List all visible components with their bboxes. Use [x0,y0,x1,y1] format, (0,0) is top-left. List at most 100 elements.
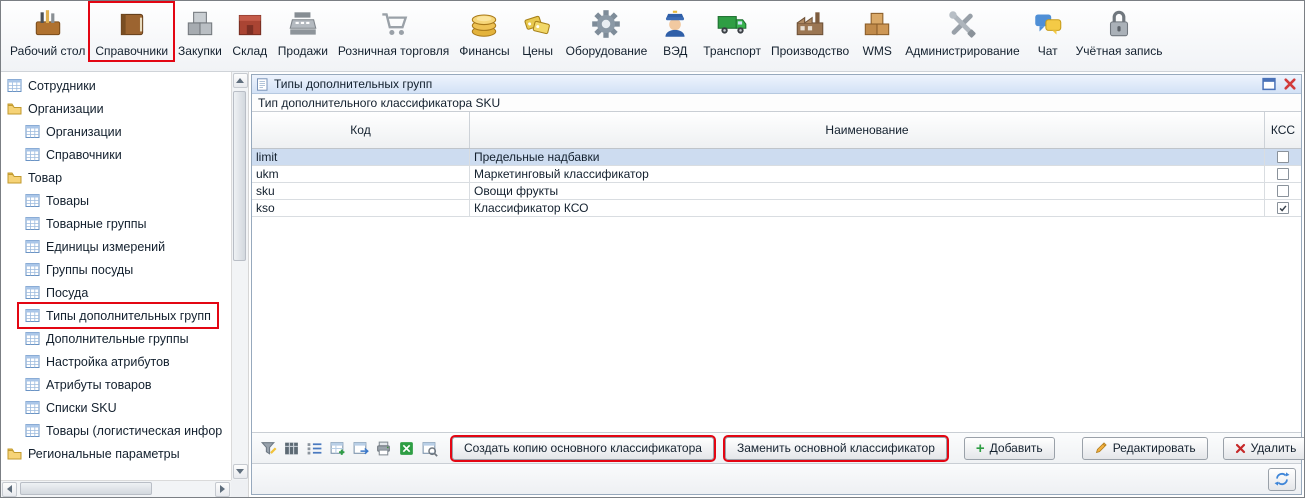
add-button[interactable]: + Добавить [964,437,1055,460]
edit-button[interactable]: Редактировать [1082,437,1208,460]
sidebar-item[interactable]: Товары (логистическая инфор [19,419,228,442]
toolbar-item-label: Розничная торговля [338,44,449,58]
toolbar-item-lock[interactable]: Учётная запись [1071,3,1168,60]
table-export-icon[interactable] [350,438,370,458]
excel-icon[interactable] [396,438,416,458]
toolbar-item-label: Транспорт [703,44,761,58]
sidebar-item[interactable]: Посуда [19,281,94,304]
toolbar-item-chat[interactable]: Чат [1025,3,1071,60]
delete-button[interactable]: Удалить [1223,437,1305,460]
sidebar-item[interactable]: Группы посуды [19,258,139,281]
sidebar-item[interactable]: Организации [1,97,110,120]
cell-name: Предельные надбавки [470,149,1265,165]
sidebar-item[interactable]: Списки SKU [19,396,123,419]
toolbar-item-tools[interactable]: Администрирование [900,3,1024,60]
toolbar-item-desktop[interactable]: Рабочий стол [5,3,90,60]
edit-button-label: Редактировать [1113,441,1196,455]
sidebar-item[interactable]: Единицы измерений [19,235,171,258]
table-settings-icon[interactable] [419,438,439,458]
column-header-name[interactable]: Наименование [470,112,1265,148]
toolbar-item-gear[interactable]: Оборудование [561,3,653,60]
cell-kcc [1265,149,1301,165]
sidebar-item[interactable]: Сотрудники [1,74,102,97]
copy-classifier-button[interactable]: Создать копию основного классификатора [452,437,714,460]
cell-kcc [1265,183,1301,199]
table-icon [25,193,40,208]
scroll-up-button[interactable] [233,73,248,88]
sidebar-item-label: Атрибуты товаров [46,378,152,392]
horizontal-scroll-thumb[interactable] [20,482,152,495]
toolbar-item-label: Учётная запись [1076,44,1163,58]
cell-code: sku [252,183,470,199]
purchases-icon [182,6,218,42]
sidebar-item-label: Типы дополнительных групп [46,309,211,323]
replace-classifier-button[interactable]: Заменить основной классификатор [725,437,947,460]
table-row[interactable]: limitПредельные надбавки [252,149,1301,166]
sidebar-item[interactable]: Типы дополнительных групп [19,304,217,327]
table-header: Код Наименование КСС [252,112,1301,149]
sidebar-item[interactable]: Справочники [19,143,128,166]
sidebar-item[interactable]: Региональные параметры [1,442,186,465]
toolbar-item-factory[interactable]: Производство [766,3,854,60]
kcc-checkbox[interactable] [1277,202,1289,214]
sidebar-item[interactable]: Организации [19,120,128,143]
sidebar-item[interactable]: Товары [19,189,95,212]
delete-button-label: Удалить [1251,441,1297,455]
table-row[interactable]: skuОвощи фрукты [252,183,1301,200]
table-row[interactable]: ukmМаркетинговый классификатор [252,166,1301,183]
toolbar-item-label: Рабочий стол [10,44,85,58]
toolbar-item-books[interactable]: Справочники [90,3,173,60]
sidebar-item-label: Посуда [46,286,88,300]
vertical-scroll-thumb[interactable] [233,91,246,261]
window-titlebar: Типы дополнительных групп [252,75,1301,94]
table-row[interactable]: ksoКлассификатор КСО [252,200,1301,217]
toolbar-item-tags[interactable]: Цены [515,3,561,60]
content-window: Типы дополнительных групп Тип дополнител… [251,74,1302,495]
refresh-icon [1274,471,1290,487]
toolbar-item-truck[interactable]: Транспорт [698,3,766,60]
sidebar-item[interactable]: Товар [1,166,68,189]
scroll-left-button[interactable] [2,482,17,497]
sidebar-item-label: Единицы измерений [46,240,165,254]
toolbar-item-warehouse[interactable]: Склад [227,3,273,60]
close-button[interactable] [1283,78,1297,91]
sidebar-item[interactable]: Дополнительные группы [19,327,195,350]
arrow-right-icon [220,485,225,493]
scroll-down-button[interactable] [233,464,248,479]
sidebar-item-label: Организации [28,102,104,116]
maximize-button[interactable] [1262,78,1276,91]
delete-x-icon [1235,443,1246,454]
sidebar-item[interactable]: Атрибуты товаров [19,373,158,396]
sidebar-item[interactable]: Настройка атрибутов [19,350,176,373]
kcc-checkbox[interactable] [1277,168,1289,180]
arrow-down-icon [236,469,244,474]
sidebar-item[interactable]: Товарные группы [19,212,152,235]
toolbar-item-label: WMS [863,44,892,58]
column-header-kcc[interactable]: КСС [1265,112,1301,148]
filter-icon[interactable] [258,438,278,458]
numbered-list-icon[interactable] [304,438,324,458]
toolbar-item-purchases[interactable]: Закупки [173,3,227,60]
column-header-code[interactable]: Код [252,112,470,148]
cell-name: Овощи фрукты [470,183,1265,199]
toolbar-item-cash-register[interactable]: Продажи [273,3,333,60]
refresh-button[interactable] [1268,468,1296,491]
print-icon[interactable] [373,438,393,458]
toolbar-item-boxes[interactable]: WMS [854,3,900,60]
kcc-checkbox[interactable] [1277,151,1289,163]
toolbar-item-cart[interactable]: Розничная торговля [333,3,454,60]
tools-icon [944,6,980,42]
toolbar-item-label: Продажи [278,44,328,58]
columns-icon[interactable] [281,438,301,458]
table-add-icon[interactable] [327,438,347,458]
table-icon [25,285,40,300]
cell-name: Классификатор КСО [470,200,1265,216]
sidebar-item-label: Товар [28,171,62,185]
scroll-right-button[interactable] [215,482,230,497]
toolbar-item-coins[interactable]: Финансы [454,3,514,60]
toolbar-item-customs[interactable]: ВЭД [652,3,698,60]
warehouse-icon [232,6,268,42]
table-icon [7,78,22,93]
cell-code: kso [252,200,470,216]
kcc-checkbox[interactable] [1277,185,1289,197]
